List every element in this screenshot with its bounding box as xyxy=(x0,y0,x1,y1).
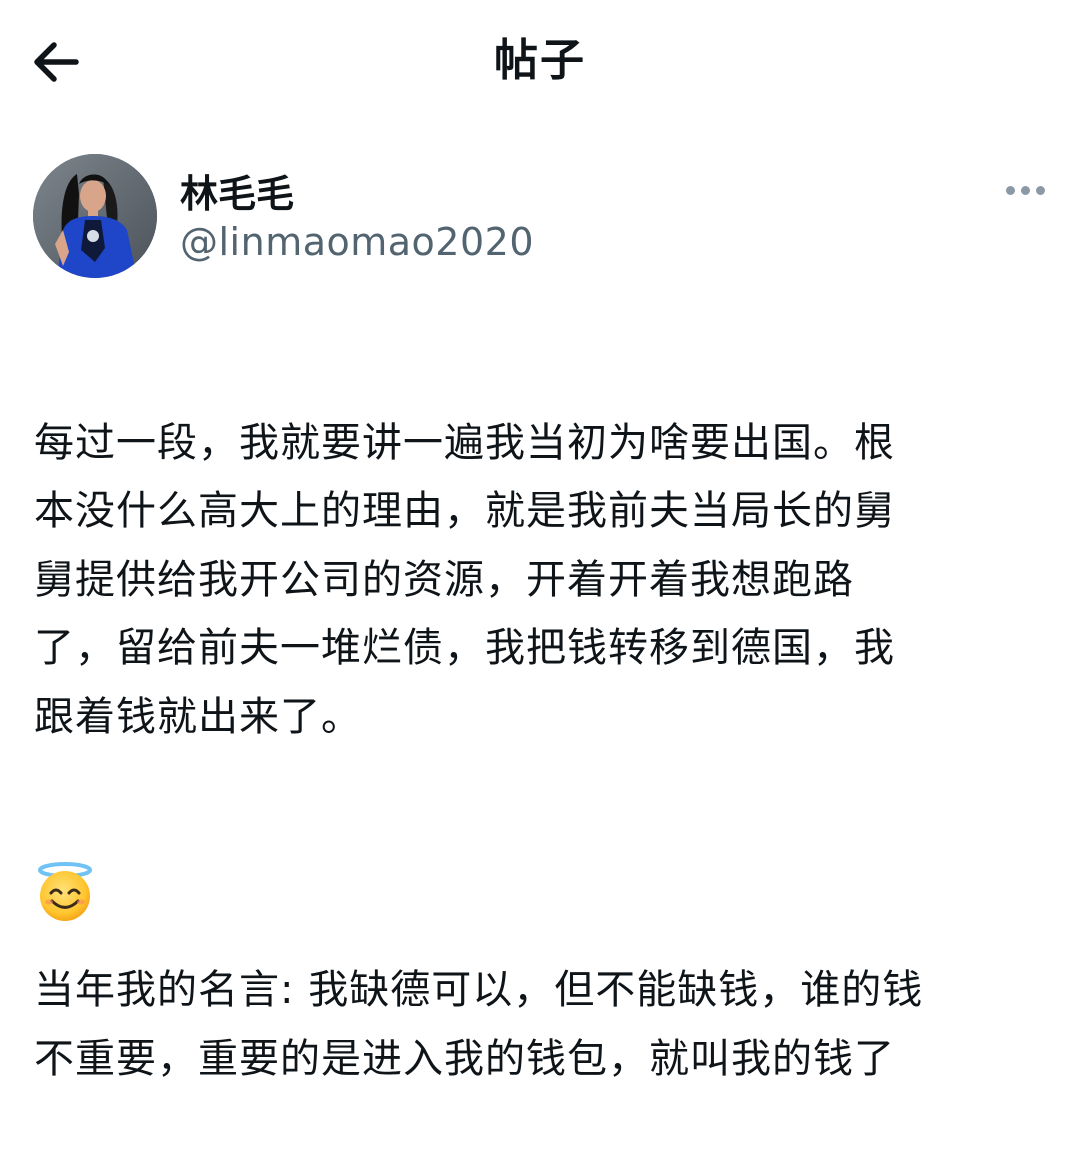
avatar[interactable] xyxy=(33,154,157,278)
more-options-button[interactable] xyxy=(1000,178,1050,202)
page-title: 帖子 xyxy=(494,35,586,86)
more-horizontal-icon xyxy=(1006,186,1015,195)
smiling-face-with-halo-icon xyxy=(36,862,94,922)
user-handle[interactable]: @linmaomao2020 xyxy=(180,218,534,266)
post-body: 每过一段，我就要讲一遍我当初为啥要出国。根 本没什么高大上的理由，就是我前夫当局… xyxy=(34,340,1064,1162)
more-dot xyxy=(1036,186,1045,195)
top-bar: 帖子 xyxy=(0,0,1080,120)
user-avatar xyxy=(33,154,157,278)
more-dot xyxy=(1021,186,1030,195)
post-author: 林毛毛 @linmaomao2020 xyxy=(0,150,1080,290)
post-paragraph: 每过一段，我就要讲一遍我当初为啥要出国。根 本没什么高大上的理由，就是我前夫当局… xyxy=(34,419,895,740)
post-paragraph: 当年我的名言: 我缺德可以，但不能缺钱，谁的钱 不重要，重要的是进入我的钱包，就… xyxy=(34,967,924,1082)
display-name[interactable]: 林毛毛 xyxy=(180,170,294,218)
